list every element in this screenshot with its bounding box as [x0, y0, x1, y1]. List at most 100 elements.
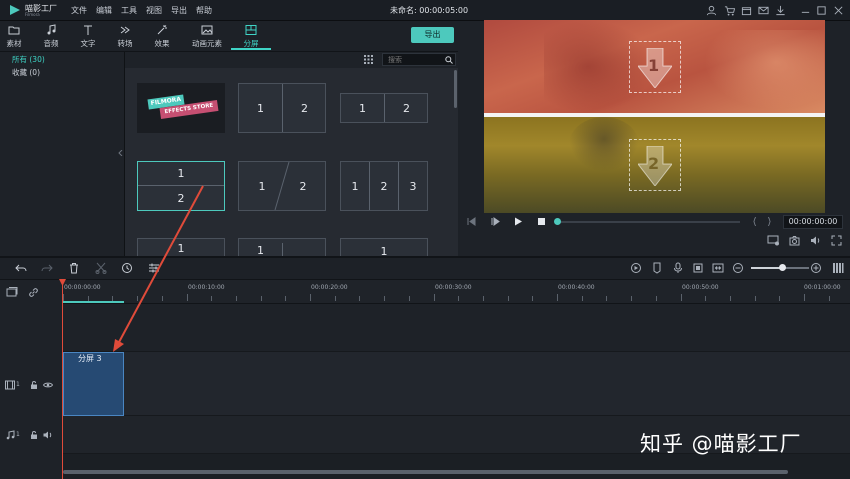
- microphone-icon[interactable]: [672, 262, 684, 274]
- effects-store-thumb[interactable]: FILMORA EFFECTS STORE: [137, 83, 225, 133]
- tab-transition[interactable]: 转场: [105, 24, 145, 50]
- marker-icon[interactable]: [651, 262, 663, 274]
- menu-tools[interactable]: 工具: [121, 5, 137, 16]
- preview-top-pane: 1: [484, 20, 825, 113]
- work-area-bar[interactable]: [63, 301, 124, 303]
- eye-icon[interactable]: [43, 380, 53, 390]
- zoom-slider-fill: [751, 267, 781, 269]
- voiceover-icon[interactable]: [692, 262, 704, 274]
- ruler-tick: [285, 296, 287, 301]
- ruler-tick: [433, 294, 435, 301]
- timeline-scrollbar[interactable]: [63, 470, 788, 474]
- split-thumb-2h[interactable]: 1 2: [238, 83, 326, 133]
- split-thumb-diagonal[interactable]: 1 2: [238, 161, 326, 211]
- ruler-tick: [458, 296, 460, 301]
- clock-icon[interactable]: [121, 262, 133, 274]
- export-button[interactable]: 导出: [411, 27, 454, 43]
- link-icon[interactable]: [28, 287, 39, 298]
- category-favorites[interactable]: 收藏 (0): [12, 67, 40, 78]
- cell-1: 1: [239, 84, 283, 132]
- zoom-in-icon[interactable]: [810, 262, 822, 274]
- ruler-label: 00:00:00:00: [64, 284, 101, 291]
- menu-export[interactable]: 导出: [171, 5, 187, 16]
- snapshot-icon[interactable]: [789, 235, 800, 246]
- minimize-icon[interactable]: [800, 5, 811, 16]
- ruler-tick: [384, 296, 386, 301]
- user-icon[interactable]: [706, 5, 717, 16]
- tab-effects-label: 效果: [154, 39, 170, 48]
- step-icon[interactable]: [491, 217, 500, 226]
- speaker-icon[interactable]: [43, 430, 53, 440]
- collapse-panel-icon[interactable]: [118, 150, 123, 156]
- split-thumb-row3-c[interactable]: 1: [340, 238, 428, 258]
- cell-2: 2: [403, 101, 410, 115]
- audio-track-icon: [6, 430, 15, 440]
- preview-progress-bar[interactable]: [555, 221, 740, 223]
- tab-audio[interactable]: 音频: [31, 24, 71, 50]
- grid-view-icon[interactable]: [364, 55, 373, 64]
- app-subtitle: Filmora: [25, 12, 40, 17]
- delete-icon[interactable]: [68, 262, 80, 274]
- playhead[interactable]: [62, 282, 63, 479]
- search-icon[interactable]: [445, 56, 453, 64]
- preview-video: 1 2: [484, 20, 825, 213]
- redo-icon[interactable]: [41, 262, 53, 274]
- split-thumb-row3-b[interactable]: 1: [238, 238, 326, 257]
- play-icon[interactable]: [514, 217, 523, 226]
- zoom-slider-knob[interactable]: [779, 264, 786, 271]
- menu-file[interactable]: 文件: [71, 5, 87, 16]
- lock-icon[interactable]: [29, 430, 39, 440]
- music-note-icon: [47, 24, 56, 35]
- category-panel: 所有 (30) 收藏 (0): [0, 52, 125, 256]
- mail-icon[interactable]: [758, 5, 769, 16]
- render-preview-icon[interactable]: [767, 235, 780, 246]
- fullscreen-icon[interactable]: [831, 235, 842, 246]
- ruler-tick: [482, 296, 484, 301]
- split-thumb-2h-wide[interactable]: 1 2: [340, 93, 428, 123]
- split-thumb-row3-a[interactable]: 1: [137, 238, 225, 256]
- clip-label: 分屏 3: [78, 354, 102, 363]
- download-icon[interactable]: [775, 5, 786, 16]
- ruler-tick: [161, 296, 163, 301]
- tab-effects[interactable]: 效果: [142, 24, 182, 50]
- volume-icon[interactable]: [810, 235, 821, 246]
- cart-icon[interactable]: [724, 5, 735, 16]
- ruler-tick: [606, 296, 608, 301]
- menu-view[interactable]: 视图: [146, 5, 162, 16]
- ruler-tick: [137, 296, 139, 301]
- split-thumb-3h[interactable]: 1 2 3: [340, 161, 428, 211]
- cut-icon[interactable]: [95, 262, 107, 274]
- ruler-tick: [260, 296, 262, 301]
- ruler-label: 00:00:10:00: [188, 284, 225, 291]
- menu-help[interactable]: 帮助: [196, 5, 212, 16]
- audio-meter-icon[interactable]: [832, 262, 844, 274]
- progress-knob[interactable]: [554, 218, 561, 225]
- undo-icon[interactable]: [15, 262, 27, 274]
- ruler-tick: [557, 294, 558, 301]
- video-track-lane[interactable]: [63, 352, 850, 416]
- close-icon[interactable]: [833, 5, 844, 16]
- lock-icon[interactable]: [29, 380, 39, 390]
- adjust-icon[interactable]: [148, 262, 160, 274]
- ruler-label: 00:00:50:00: [682, 284, 719, 291]
- split-thumb-2v[interactable]: 1 2: [137, 161, 225, 211]
- tab-split-screen[interactable]: 分屏: [231, 24, 271, 50]
- store-icon[interactable]: [741, 5, 752, 16]
- maximize-icon[interactable]: [816, 5, 827, 16]
- prev-frame-icon[interactable]: [467, 217, 476, 226]
- tab-text[interactable]: 文字: [68, 24, 108, 50]
- tab-text-label: 文字: [80, 39, 96, 48]
- mark-in-out-icon[interactable]: [753, 217, 771, 226]
- library-scrollbar[interactable]: [454, 70, 457, 108]
- tab-elements[interactable]: 动画元素: [186, 24, 228, 50]
- render-icon[interactable]: [630, 262, 642, 274]
- cell-2: 2: [301, 101, 308, 115]
- split-track-icon[interactable]: [712, 262, 724, 274]
- stop-icon[interactable]: [537, 217, 546, 226]
- category-all[interactable]: 所有 (30): [12, 54, 45, 65]
- tab-media[interactable]: 素材: [0, 24, 34, 50]
- zoom-out-icon[interactable]: [732, 262, 744, 274]
- add-track-icon[interactable]: [6, 287, 18, 298]
- ruler-tick: [680, 294, 682, 301]
- menu-edit[interactable]: 编辑: [96, 5, 112, 16]
